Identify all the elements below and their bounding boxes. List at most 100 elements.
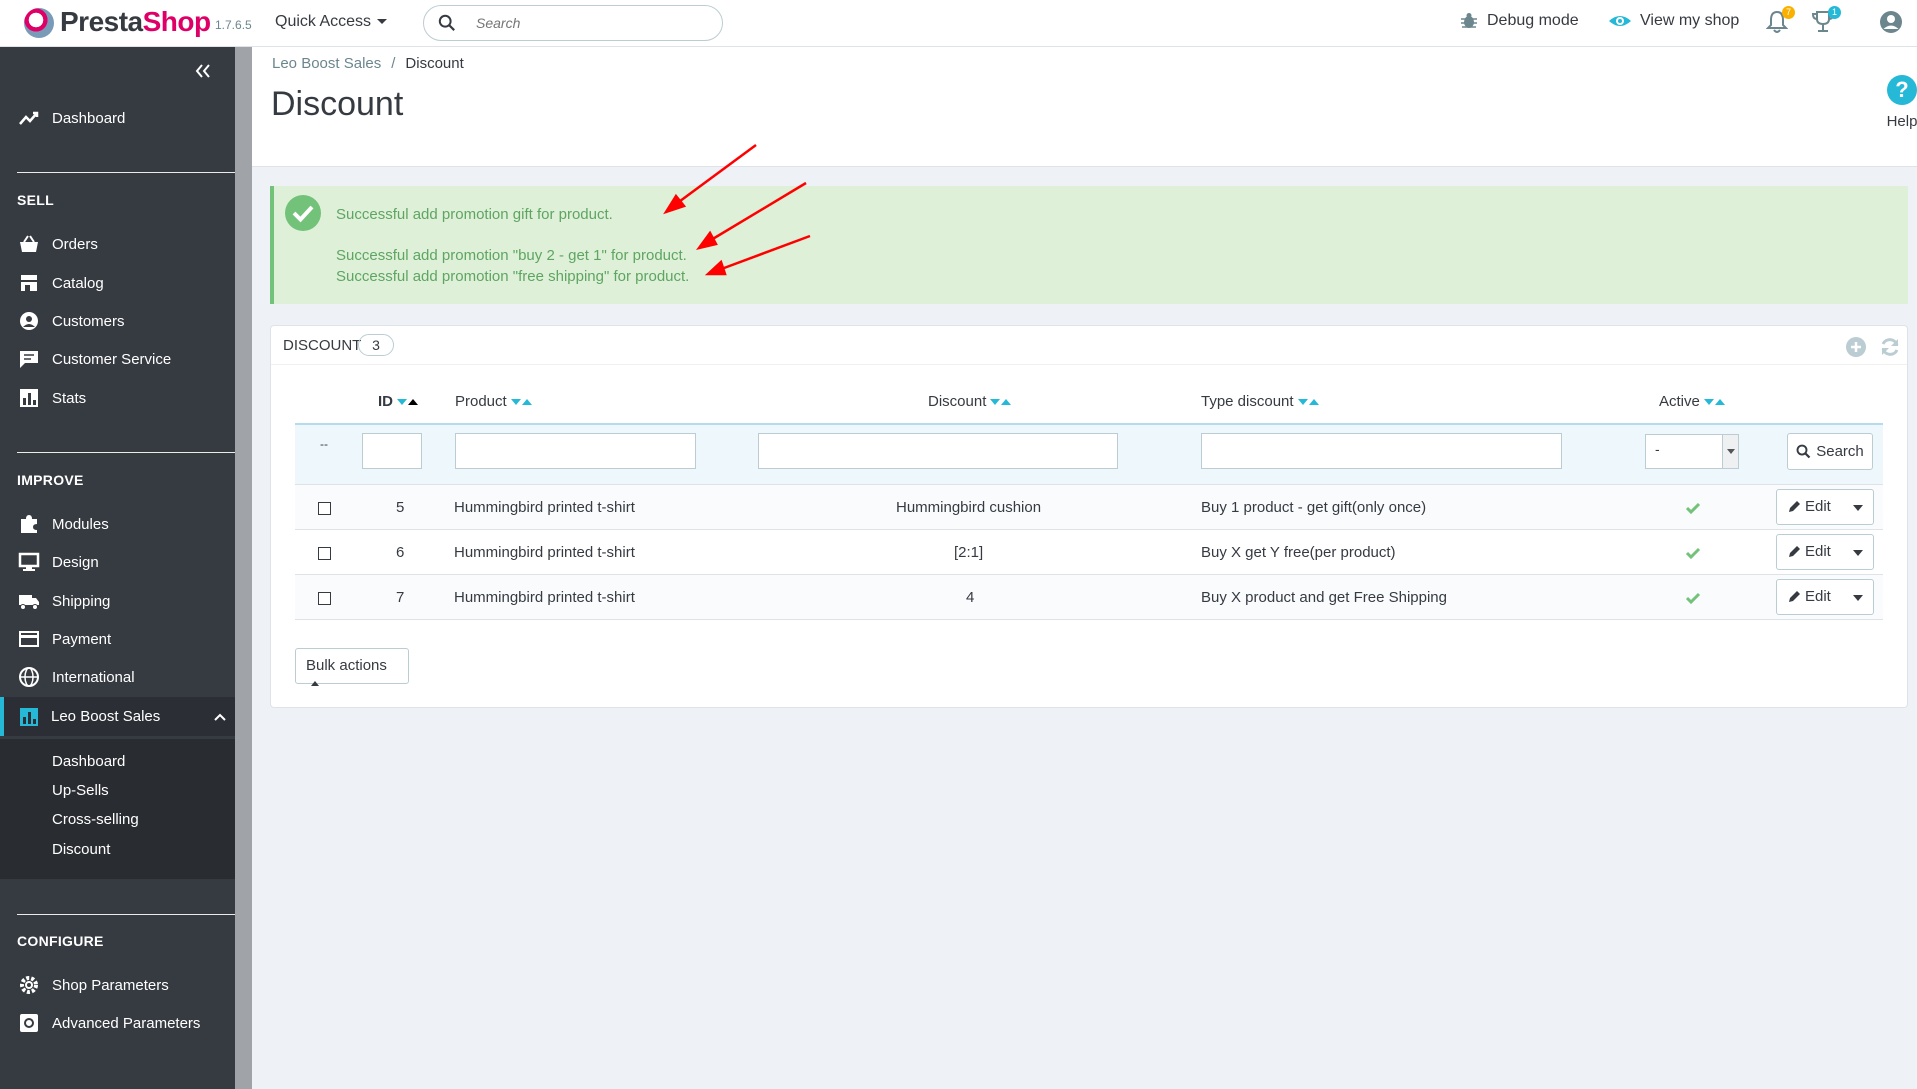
- sidebar-item-advanced-parameters[interactable]: Advanced Parameters: [0, 1008, 235, 1038]
- column-header-active[interactable]: Active: [1659, 393, 1726, 410]
- filter-id-input[interactable]: [362, 433, 422, 469]
- edit-button[interactable]: Edit: [1776, 489, 1874, 525]
- sidebar-item-catalog[interactable]: Catalog: [0, 268, 235, 298]
- card-icon: [19, 631, 39, 647]
- caret-down-icon[interactable]: [1853, 550, 1863, 556]
- debug-mode-link[interactable]: Debug mode: [1459, 11, 1579, 31]
- submenu-item-cross-selling[interactable]: Cross-selling: [52, 811, 139, 828]
- employee-menu-button[interactable]: [1879, 10, 1903, 34]
- sidebar-item-label: Stats: [52, 389, 87, 407]
- sidebar-scrollbar[interactable]: [235, 47, 252, 1089]
- brand-name[interactable]: PrestaShop: [60, 6, 211, 38]
- sidebar-item-stats[interactable]: Stats: [0, 383, 235, 413]
- submenu-item-discount[interactable]: Discount: [52, 841, 110, 858]
- page-header: Leo Boost Sales / Discount Discount ? Help: [252, 47, 1917, 167]
- sort-icon[interactable]: [990, 393, 1012, 410]
- pencil-icon: [1789, 545, 1800, 557]
- settings-icon: [20, 1014, 38, 1032]
- filter-discount-input[interactable]: [758, 433, 1118, 469]
- user-icon: [1880, 11, 1902, 33]
- search-button-label: Search: [1816, 443, 1864, 460]
- gear-icon: [20, 976, 38, 994]
- sidebar-item-dashboard[interactable]: Dashboard: [0, 103, 235, 133]
- search-box[interactable]: [423, 5, 723, 41]
- search-icon[interactable]: [438, 14, 456, 32]
- sidebar-item-payment[interactable]: Payment: [0, 624, 235, 654]
- notifications-button[interactable]: 7: [1765, 6, 1795, 34]
- view-shop-link[interactable]: View my shop: [1608, 11, 1739, 31]
- sidebar-item-label: Catalog: [52, 274, 104, 292]
- sort-icon[interactable]: [510, 393, 533, 410]
- sidebar-item-leo-boost-sales[interactable]: Leo Boost Sales: [0, 697, 235, 736]
- column-header-type-discount[interactable]: Type discount: [1201, 393, 1320, 410]
- refresh-icon[interactable]: [1879, 336, 1901, 358]
- caret-down-icon[interactable]: [1853, 595, 1863, 601]
- trophy-button[interactable]: 1: [1811, 6, 1841, 34]
- sort-icon[interactable]: [397, 393, 419, 410]
- column-header-product[interactable]: Product: [455, 393, 533, 410]
- caret-down-icon[interactable]: [1853, 505, 1863, 511]
- search-button[interactable]: Search: [1787, 433, 1873, 470]
- breadcrumb: Leo Boost Sales / Discount: [272, 55, 464, 72]
- quick-access-label: Quick Access: [275, 13, 372, 30]
- edit-label: Edit: [1805, 498, 1831, 515]
- row-checkbox[interactable]: [318, 547, 331, 560]
- sidebar-item-design[interactable]: Design: [0, 547, 235, 577]
- sidebar-item-label: Dashboard: [52, 109, 126, 127]
- column-header-discount[interactable]: Discount: [928, 393, 1012, 410]
- sidebar-item-label: Shop Parameters: [52, 976, 169, 994]
- cell-type-discount: Buy X get Y free(per product): [1201, 544, 1396, 561]
- edit-label: Edit: [1805, 588, 1831, 605]
- chart-icon: [20, 707, 38, 726]
- submenu-item-dashboard[interactable]: Dashboard: [52, 753, 125, 770]
- column-label: Product: [455, 393, 507, 410]
- sidebar-item-customers[interactable]: Customers: [0, 306, 235, 336]
- top-bar: PrestaShop 1.7.6.5 Quick Access Debug mo…: [0, 0, 1917, 47]
- sidebar-item-label: International: [52, 668, 135, 686]
- column-header-id[interactable]: ID: [378, 393, 419, 410]
- globe-icon: [19, 667, 39, 687]
- check-icon[interactable]: [1685, 545, 1701, 561]
- edit-button[interactable]: Edit: [1776, 534, 1874, 570]
- row-checkbox[interactable]: [318, 592, 331, 605]
- chevron-down-icon: [1722, 435, 1738, 468]
- filter-active-select[interactable]: -: [1645, 434, 1739, 469]
- sidebar-item-orders[interactable]: Orders: [0, 229, 235, 259]
- cell-id: 6: [396, 544, 405, 561]
- search-input[interactable]: [476, 12, 706, 34]
- alert-message: Successful add promotion gift for produc…: [336, 206, 613, 223]
- filter-product-input[interactable]: [455, 433, 696, 469]
- search-icon: [1796, 444, 1811, 459]
- sidebar-divider: [17, 914, 235, 915]
- sidebar-item-shipping[interactable]: Shipping: [0, 586, 235, 616]
- sort-icon[interactable]: [1703, 393, 1726, 410]
- filter-type-discount-input[interactable]: [1201, 433, 1562, 469]
- sidebar-item-international[interactable]: International: [0, 662, 235, 692]
- bulk-actions-button[interactable]: Bulk actions: [295, 648, 409, 686]
- view-shop-label: View my shop: [1640, 12, 1740, 29]
- breadcrumb-separator: /: [391, 55, 396, 72]
- breadcrumb-current: Discount: [405, 55, 464, 72]
- debug-mode-label: Debug mode: [1487, 12, 1579, 29]
- logo-icon[interactable]: [24, 8, 54, 38]
- check-icon[interactable]: [1685, 500, 1701, 516]
- sidebar-item-shop-parameters[interactable]: Shop Parameters: [0, 970, 235, 1000]
- sidebar-item-customer-service[interactable]: Customer Service: [0, 344, 235, 374]
- quick-access-dropdown[interactable]: Quick Access: [275, 13, 388, 31]
- notification-badge: 7: [1782, 6, 1795, 19]
- chevron-double-left-icon[interactable]: [194, 62, 212, 80]
- sidebar-item-modules[interactable]: Modules: [0, 509, 235, 539]
- sort-icon[interactable]: [1297, 393, 1320, 410]
- cell-id: 7: [396, 589, 405, 606]
- sidebar-item-label: Leo Boost Sales: [51, 708, 161, 725]
- edit-button[interactable]: Edit: [1776, 579, 1874, 615]
- breadcrumb-link[interactable]: Leo Boost Sales: [272, 55, 381, 72]
- help-button[interactable]: ? Help: [1872, 75, 1917, 130]
- sidebar-item-label: Customer Service: [52, 350, 172, 368]
- section-improve: IMPROVE: [17, 472, 84, 488]
- pencil-icon: [1789, 590, 1800, 602]
- row-checkbox[interactable]: [318, 502, 331, 515]
- plus-circle-icon[interactable]: [1845, 336, 1867, 358]
- submenu-item-up-sells[interactable]: Up-Sells: [52, 782, 109, 799]
- check-icon[interactable]: [1685, 590, 1701, 606]
